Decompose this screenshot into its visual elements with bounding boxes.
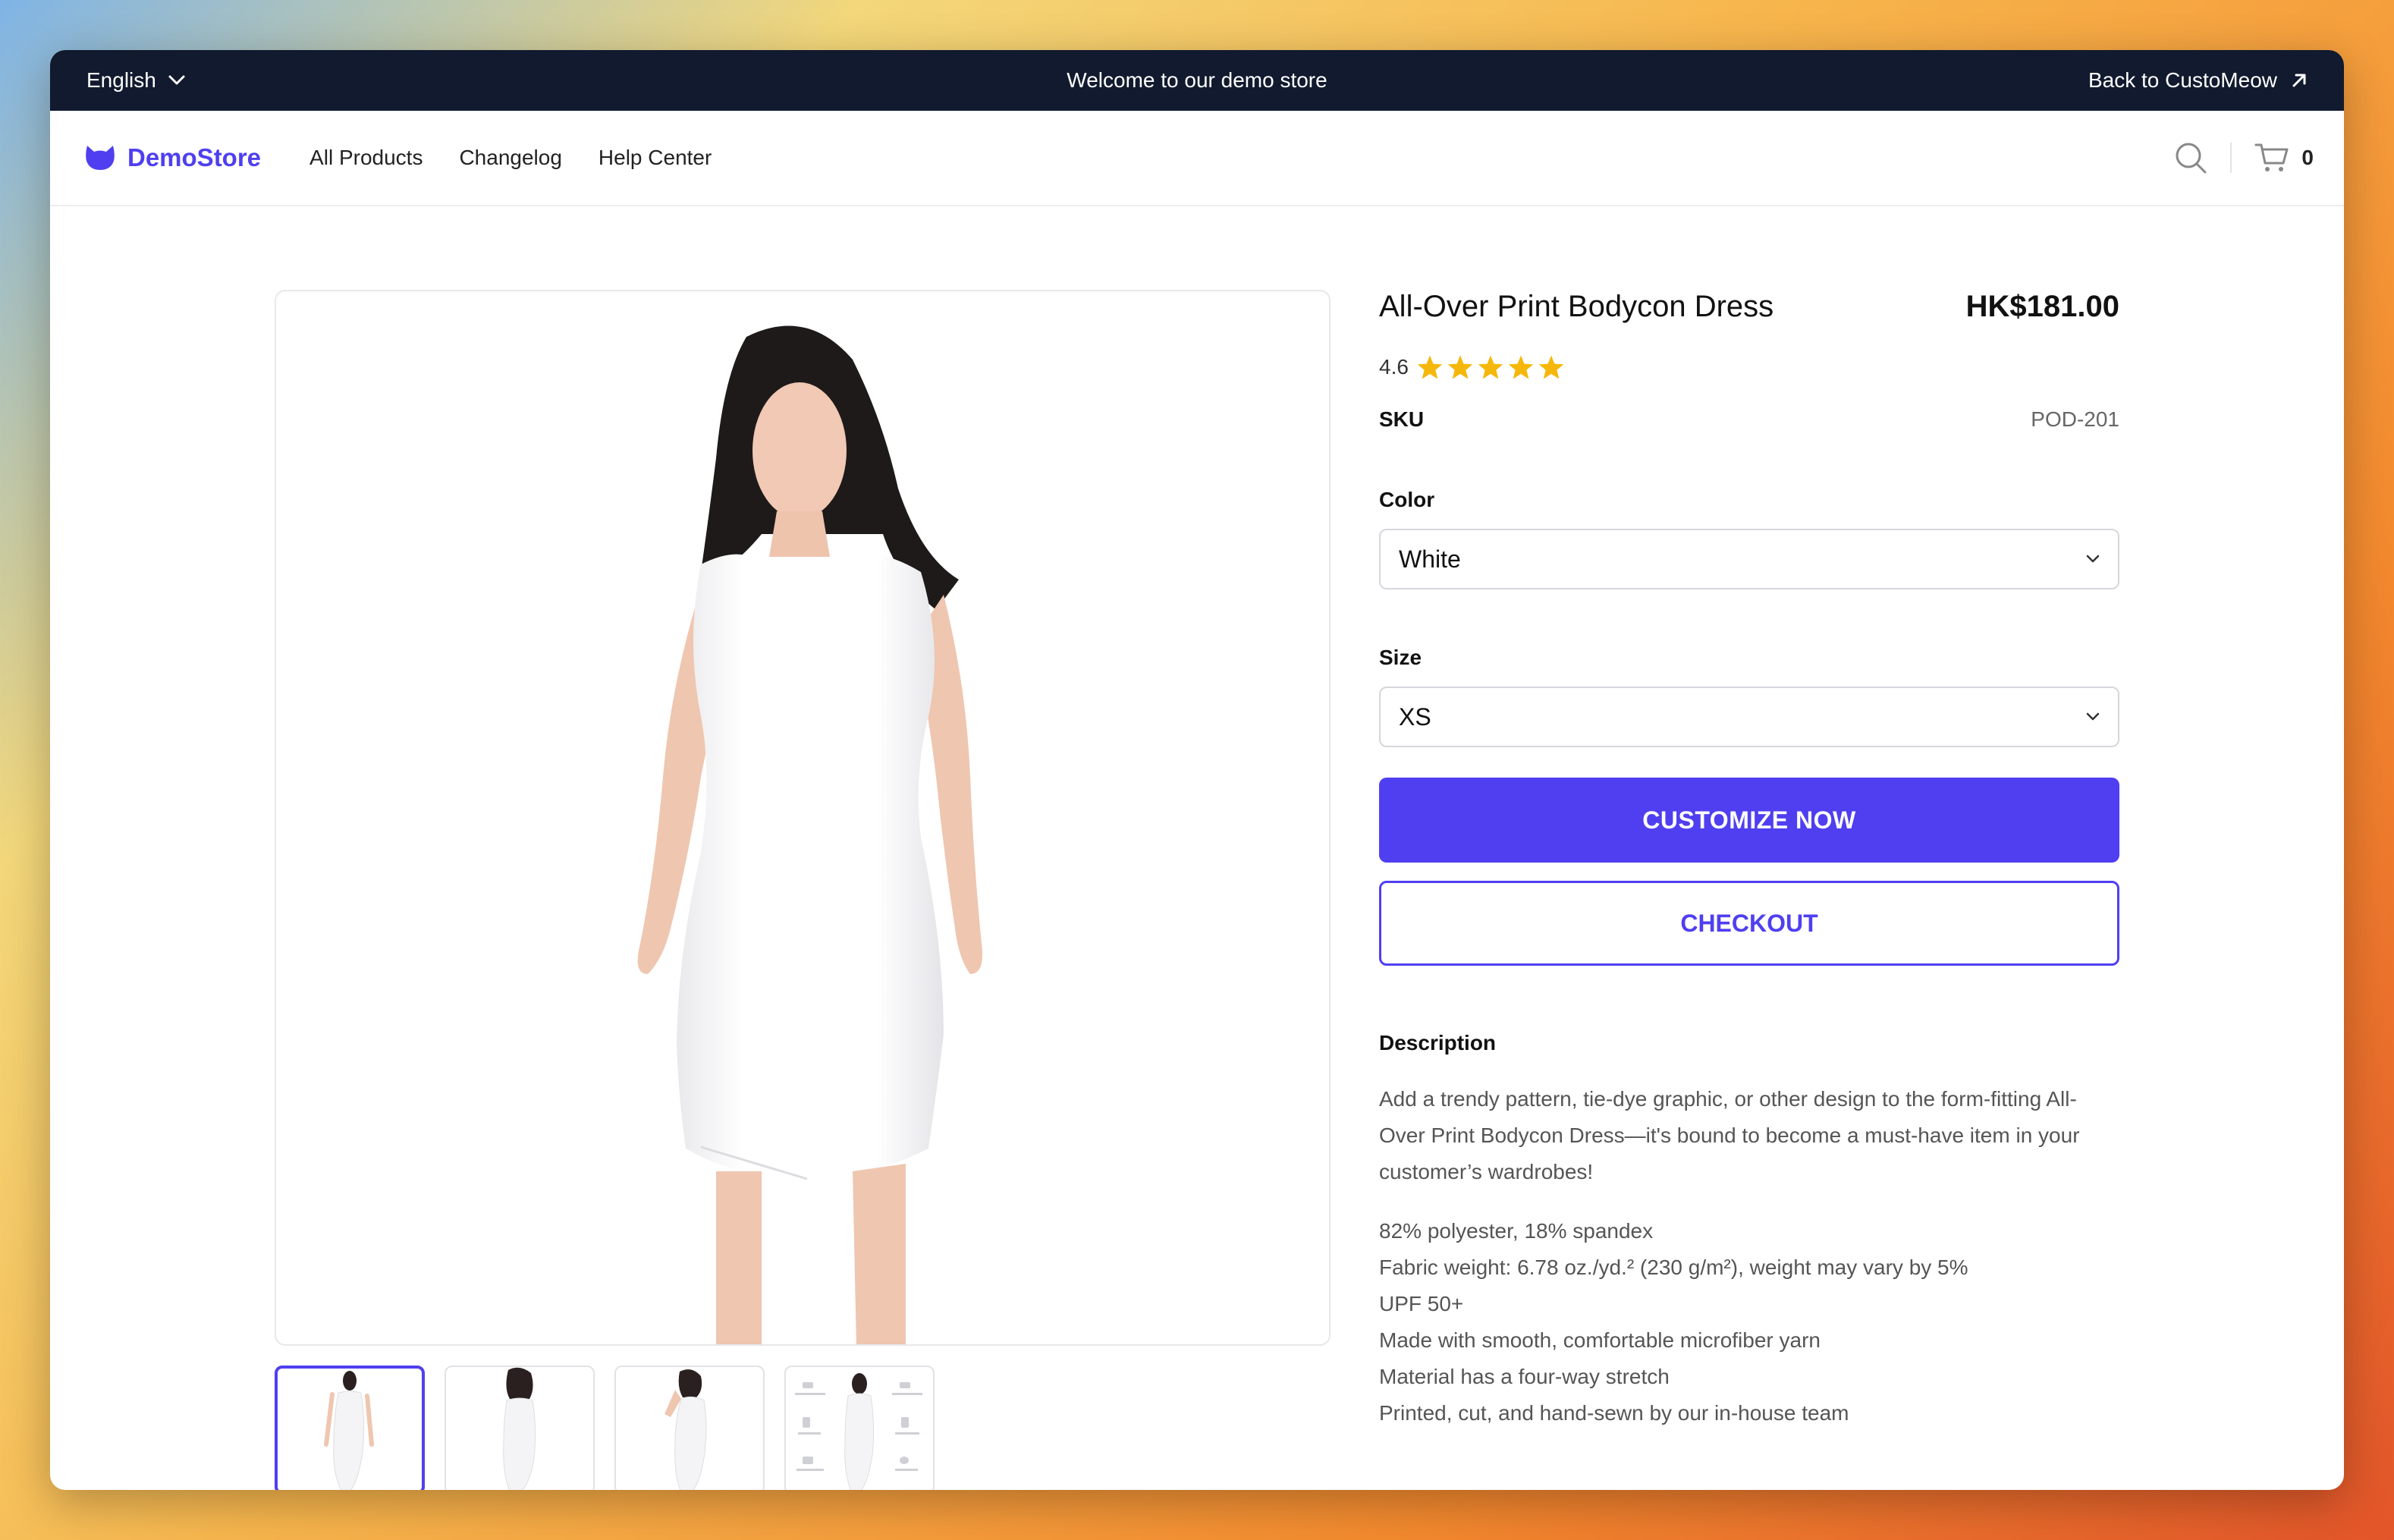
- search-icon[interactable]: [2174, 141, 2207, 174]
- title-row: All-Over Print Bodycon Dress HK$181.00: [1379, 290, 2119, 324]
- feature-item: Fabric weight: 6.78 oz./yd.² (230 g/m²),…: [1379, 1256, 1968, 1279]
- rating-stars: [1416, 354, 1565, 380]
- feature-list: 82% polyester, 18% spandex Fabric weight…: [1379, 1213, 2119, 1432]
- cart-icon: [2254, 143, 2289, 171]
- nav-divider: [2230, 143, 2232, 173]
- checkout-button[interactable]: CHECKOUT: [1379, 881, 2119, 966]
- product-info-panel: All-Over Print Bodycon Dress HK$181.00 4…: [1379, 290, 2119, 1432]
- thumbnail-side-image: [664, 1369, 707, 1490]
- size-select-value: XS: [1399, 702, 1431, 731]
- star-icon: [1508, 355, 1534, 379]
- language-label: English: [86, 68, 156, 92]
- announcement-bar: English Welcome to our demo store Back t…: [50, 50, 2344, 111]
- description-heading: Description: [1379, 1031, 1497, 1054]
- back-link-label: Back to CustoMeow: [2088, 68, 2277, 92]
- back-to-customeow-link[interactable]: Back to CustoMeow: [2088, 68, 2308, 93]
- size-label: Size: [1379, 646, 1422, 669]
- sku-label: SKU: [1379, 407, 1425, 431]
- thumbnail-size-guide[interactable]: [784, 1366, 935, 1490]
- description-text: Add a trendy pattern, tie-dye graphic, o…: [1379, 1087, 2080, 1183]
- chevron-down-icon: [2086, 712, 2100, 721]
- nav-link-changelog[interactable]: Changelog: [459, 146, 561, 170]
- language-selector[interactable]: English: [86, 68, 185, 93]
- star-icon: [1478, 355, 1503, 379]
- cat-logo-icon: [86, 146, 115, 170]
- thumbnail-back-image: [503, 1367, 536, 1490]
- thumbnail-back[interactable]: [445, 1366, 595, 1490]
- main-nav: DemoStore All Products Changelog Help Ce…: [50, 111, 2344, 206]
- sku-value: POD-201: [2031, 407, 2119, 431]
- feature-item: Printed, cut, and hand-sewn by our in-ho…: [1379, 1401, 1849, 1425]
- thumbnail-front-image: [324, 1371, 374, 1490]
- nav-link-help-center[interactable]: Help Center: [598, 146, 712, 170]
- nav-right: 0: [2174, 141, 2314, 174]
- rating-row: 4.6: [1379, 354, 2119, 380]
- welcome-message-wrap: Welcome to our demo store: [50, 68, 2344, 93]
- feature-item: Material has a four-way stretch: [1379, 1365, 1670, 1388]
- feature-item: Made with smooth, comfortable microfiber…: [1379, 1328, 1821, 1352]
- thumbnail-size-guide-image: [795, 1373, 922, 1490]
- thumbnail-front[interactable]: [275, 1366, 425, 1490]
- sku-row: SKU POD-201: [1379, 407, 2119, 432]
- nav-links: All Products Changelog Help Center: [309, 146, 712, 170]
- rating-value: 4.6: [1379, 355, 1409, 379]
- product-main-image: [275, 290, 1331, 1346]
- chevron-down-icon: [2086, 555, 2100, 563]
- thumbnail-strip: [275, 1366, 935, 1490]
- star-icon: [1447, 355, 1473, 379]
- customize-now-button[interactable]: CUSTOMIZE NOW: [1379, 778, 2119, 863]
- product-price: HK$181.00: [1965, 290, 2119, 323]
- color-label: Color: [1379, 488, 1435, 511]
- star-icon: [1417, 355, 1443, 379]
- welcome-message: Welcome to our demo store: [1067, 68, 1327, 92]
- feature-item: UPF 50+: [1379, 1292, 1464, 1315]
- color-select[interactable]: White: [1379, 529, 2119, 589]
- browser-window: English Welcome to our demo store Back t…: [50, 50, 2344, 1490]
- nav-left: DemoStore All Products Changelog Help Ce…: [85, 143, 712, 172]
- cart-button[interactable]: 0: [2254, 142, 2314, 174]
- nav-link-all-products[interactable]: All Products: [309, 146, 423, 170]
- external-arrow-icon: [2292, 74, 2306, 87]
- size-select[interactable]: XS: [1379, 687, 2119, 747]
- brand-name: DemoStore: [127, 143, 262, 171]
- star-icon: [1538, 355, 1564, 379]
- feature-item: 82% polyester, 18% spandex: [1379, 1219, 1654, 1243]
- product-title: All-Over Print Bodycon Dress: [1379, 290, 1774, 323]
- chevron-down-icon: [168, 75, 185, 85]
- thumbnail-side[interactable]: [614, 1366, 765, 1490]
- brand-logo-link[interactable]: DemoStore: [85, 143, 261, 172]
- dress-model-image: [637, 325, 982, 1344]
- color-select-value: White: [1399, 545, 1461, 573]
- cart-count: 0: [2301, 146, 2314, 169]
